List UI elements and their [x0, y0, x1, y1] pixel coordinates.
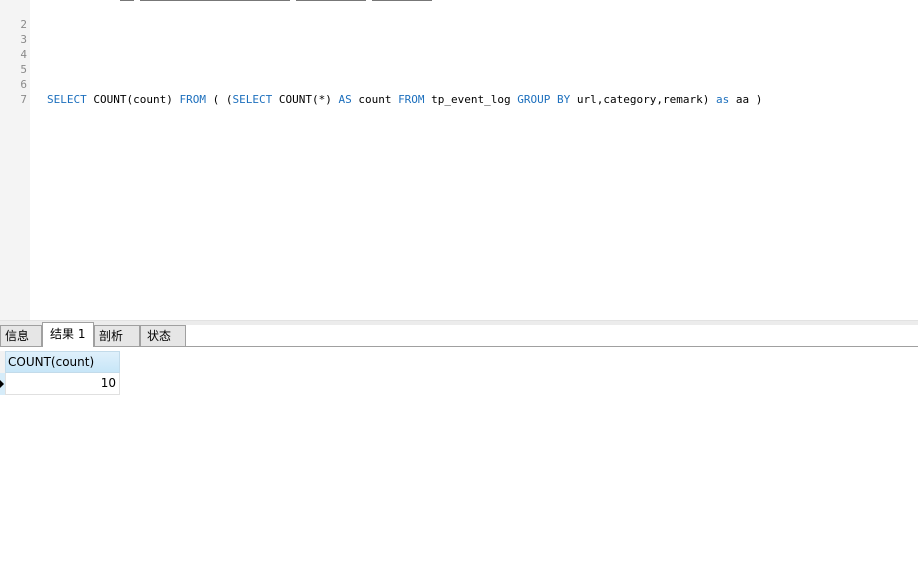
sql-keyword: AS	[338, 93, 352, 106]
sql-token: count	[351, 93, 399, 106]
sql-token: ( (	[205, 93, 233, 106]
sql-keyword: GROUP BY	[517, 93, 571, 106]
sql-keyword: SELECT	[47, 93, 87, 106]
tab-profile[interactable]: 剖析	[94, 325, 140, 346]
tab-result-1[interactable]: 结果 1	[42, 322, 94, 347]
sql-editor[interactable]: 2 3 4 5 6 SELECT COUNT(count) FROM ( (SE…	[0, 0, 918, 320]
editor-line-query: 6 SELECT COUNT(count) FROM ( (SELECT COU…	[0, 62, 918, 106]
sql-keyword: FROM	[179, 93, 206, 106]
column-header[interactable]: COUNT(count)	[5, 351, 120, 373]
tab-status[interactable]: 状态	[140, 325, 186, 346]
sql-keyword: SELECT	[232, 93, 273, 106]
tab-label: 结果 1	[50, 327, 86, 341]
sql-token: url,category,remark)	[570, 93, 716, 106]
tab-label: 剖析	[99, 329, 124, 343]
tab-label: 信息	[5, 329, 30, 343]
table-cell[interactable]: 10	[5, 373, 120, 395]
current-row-arrow-icon	[0, 380, 4, 388]
editor-line: 2	[0, 2, 918, 31]
line-number: 7	[20, 93, 27, 106]
sql-token: COUNT(count)	[86, 93, 180, 106]
editor-line: 5	[0, 47, 918, 76]
tab-bar-divider	[0, 346, 918, 347]
sql-query-text[interactable]: SELECT COUNT(count) FROM ( (SELECT COUNT…	[47, 92, 762, 107]
sql-keyword: as	[715, 93, 730, 106]
editor-line: 3	[0, 17, 918, 46]
tab-info[interactable]: 信息	[0, 325, 42, 346]
sql-token: COUNT(*)	[272, 93, 339, 106]
sql-token: tp_event_log	[424, 93, 518, 106]
editor-line: 4	[0, 32, 918, 61]
column-header-label: COUNT(count)	[8, 355, 95, 369]
sql-keyword: FROM	[398, 93, 425, 106]
cell-value: 10	[100, 376, 116, 390]
tab-label: 状态	[147, 329, 172, 343]
editor-line: 7	[0, 77, 918, 106]
sql-token: aa )	[729, 93, 763, 106]
